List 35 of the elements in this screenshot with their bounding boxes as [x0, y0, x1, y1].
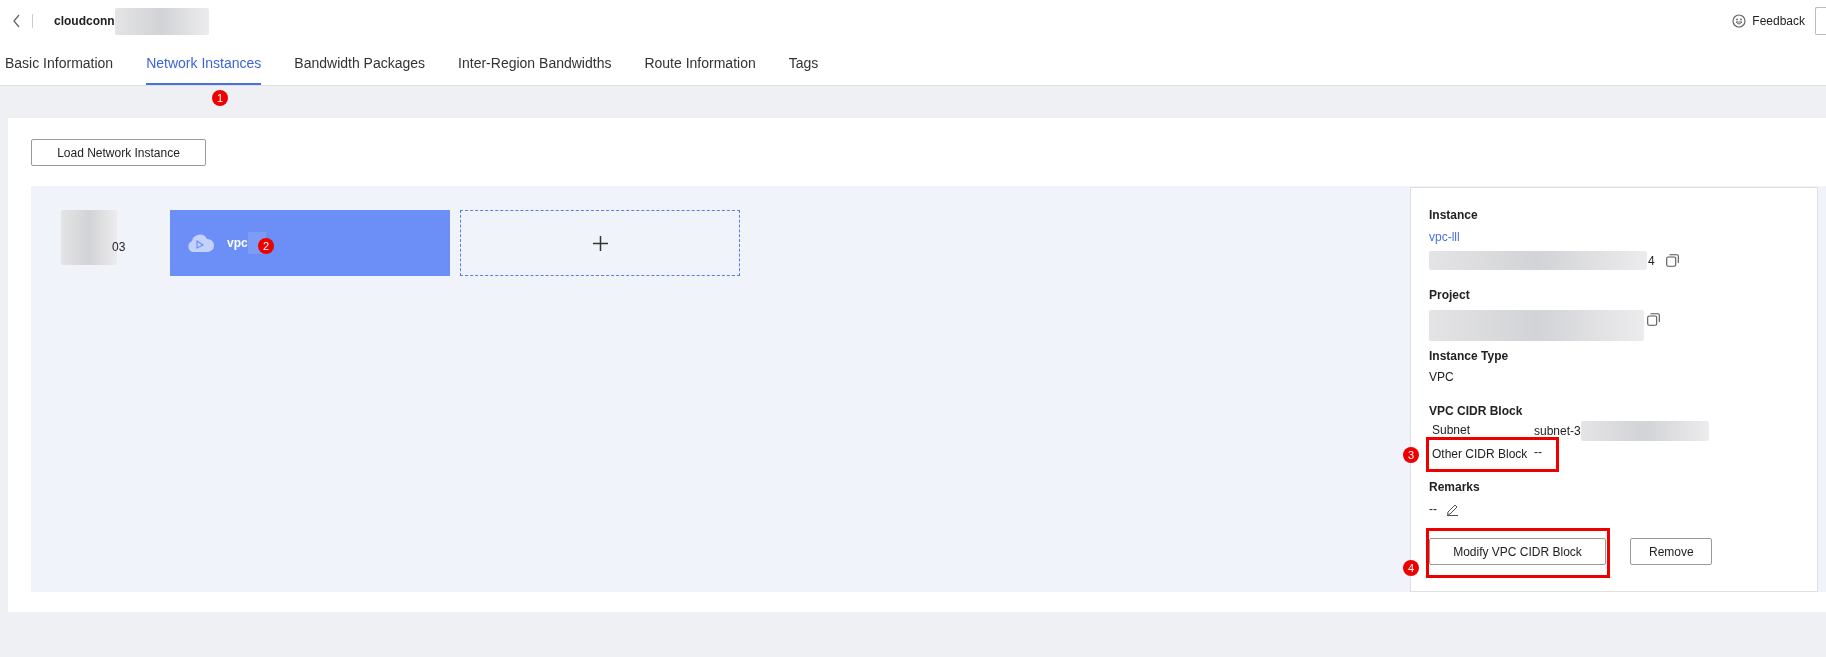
instance-link[interactable]: vpc-lll [1429, 229, 1799, 245]
region-label: 03 [112, 240, 126, 254]
cidr-value: -- [1534, 444, 1542, 459]
step-badge: 4 [1403, 560, 1419, 576]
action-button[interactable]: Modify VPC CIDR Block [1429, 538, 1606, 565]
copy-icon[interactable] [1665, 254, 1679, 267]
back-icon[interactable] [12, 14, 21, 28]
instance-id: 4 [1648, 253, 1655, 268]
tab[interactable]: Tags [788, 42, 819, 85]
page-title: cloudconn [54, 14, 115, 28]
smiley-icon[interactable] [1732, 14, 1747, 28]
remarks-value: -- [1429, 502, 1437, 516]
cidr-value: subnet-3 [1534, 423, 1581, 438]
plus-icon [592, 235, 608, 251]
tab[interactable]: Bandwidth Packages [294, 42, 426, 85]
action-button[interactable]: Remove [1630, 538, 1712, 565]
field-value: VPC [1429, 370, 1455, 386]
step-badge: 2 [258, 238, 274, 254]
tab[interactable]: Route Information [644, 42, 756, 85]
step-badge: 3 [1403, 447, 1419, 463]
field-label: Instance [1429, 207, 1479, 224]
cidr-label: Subnet [1431, 422, 1472, 439]
tab[interactable]: Basic Information [5, 42, 114, 85]
field-label: VPC CIDR Block [1429, 403, 1524, 420]
field-label: Instance Type [1429, 348, 1510, 365]
field-label: Project [1429, 287, 1471, 304]
copy-icon[interactable] [1647, 313, 1660, 326]
feedback-link[interactable]: Feedback [1752, 14, 1805, 28]
node-label: vpc [227, 236, 248, 250]
load-network-instance-button[interactable]: Load Network Instance [31, 139, 206, 166]
tab[interactable]: Inter-Region Bandwidths [458, 42, 612, 85]
pencil-icon[interactable] [1446, 502, 1459, 516]
vpc-node[interactable]: vpc 2 [170, 210, 450, 276]
field-label: Remarks [1429, 479, 1481, 496]
cloud-icon [185, 233, 215, 253]
